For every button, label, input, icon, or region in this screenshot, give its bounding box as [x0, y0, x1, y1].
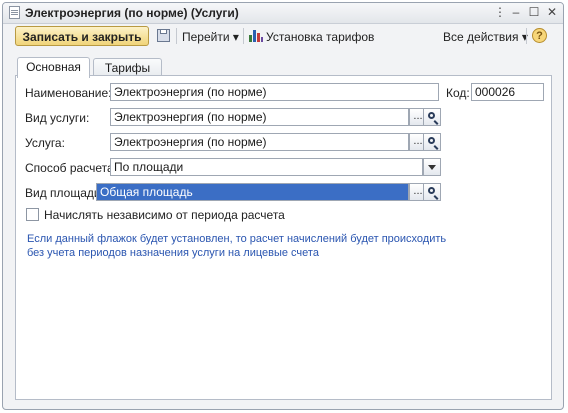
- service-type-open-button[interactable]: [423, 108, 441, 126]
- service-input[interactable]: Электроэнергия (по норме): [110, 133, 409, 151]
- calc-method-dropdown-button[interactable]: [423, 158, 441, 176]
- window-options-button[interactable]: ⋮: [492, 5, 508, 20]
- area-type-input[interactable]: Общая площадь: [96, 183, 409, 201]
- tab-main[interactable]: Основная: [17, 57, 90, 78]
- toolbar-separator: [526, 28, 527, 44]
- search-icon: [428, 187, 435, 194]
- toolbar-separator: [243, 28, 244, 44]
- maximize-button[interactable]: ☐: [526, 5, 542, 20]
- save-icon[interactable]: [157, 29, 170, 42]
- search-icon: [428, 112, 435, 119]
- chevron-down-icon: [428, 165, 436, 170]
- goto-label: Перейти: [182, 30, 230, 44]
- area-type-label: Вид площади:: [25, 186, 104, 200]
- calc-method-label: Способ расчета:: [25, 161, 117, 175]
- name-input[interactable]: Электроэнергия (по норме): [110, 83, 439, 101]
- all-actions-menu[interactable]: Все действия ▾: [443, 30, 528, 44]
- charge-independent-checkbox[interactable]: [26, 208, 39, 221]
- search-icon: [428, 137, 435, 144]
- name-label: Наименование:: [25, 86, 112, 100]
- toolbar: Записать и закрыть Перейти ▾ Установка т…: [3, 24, 563, 50]
- chevron-down-icon: ▾: [232, 30, 239, 44]
- title-bar: Электроэнергия (по норме) (Услуги) ⋮ – ☐…: [3, 3, 563, 24]
- help-icon[interactable]: ?: [532, 28, 547, 43]
- all-actions-label: Все действия: [443, 30, 519, 44]
- document-icon: [9, 6, 20, 19]
- checkbox-hint-text: Если данный флажок будет установлен, то …: [27, 233, 447, 259]
- bar-chart-icon: [249, 29, 263, 42]
- service-type-label: Вид услуги:: [25, 111, 90, 125]
- close-button[interactable]: ✕: [544, 5, 560, 20]
- window-title: Электроэнергия (по норме) (Услуги): [25, 6, 239, 20]
- calc-method-select[interactable]: По площади: [110, 158, 423, 176]
- charge-independent-label[interactable]: Начислять независимо от периода расчета: [44, 208, 285, 222]
- set-tariffs-button[interactable]: Установка тарифов: [266, 30, 374, 44]
- save-and-close-button[interactable]: Записать и закрыть: [15, 26, 149, 46]
- service-label: Услуга:: [25, 136, 65, 150]
- toolbar-separator: [176, 28, 177, 44]
- form-window: Электроэнергия (по норме) (Услуги) ⋮ – ☐…: [2, 2, 564, 410]
- goto-menu[interactable]: Перейти ▾: [182, 30, 239, 44]
- service-type-input[interactable]: Электроэнергия (по норме): [110, 108, 409, 126]
- area-type-open-button[interactable]: [423, 183, 441, 201]
- code-input[interactable]: 000026: [471, 83, 544, 101]
- minimize-button[interactable]: –: [508, 5, 524, 20]
- code-label: Код:: [446, 86, 470, 100]
- service-open-button[interactable]: [423, 133, 441, 151]
